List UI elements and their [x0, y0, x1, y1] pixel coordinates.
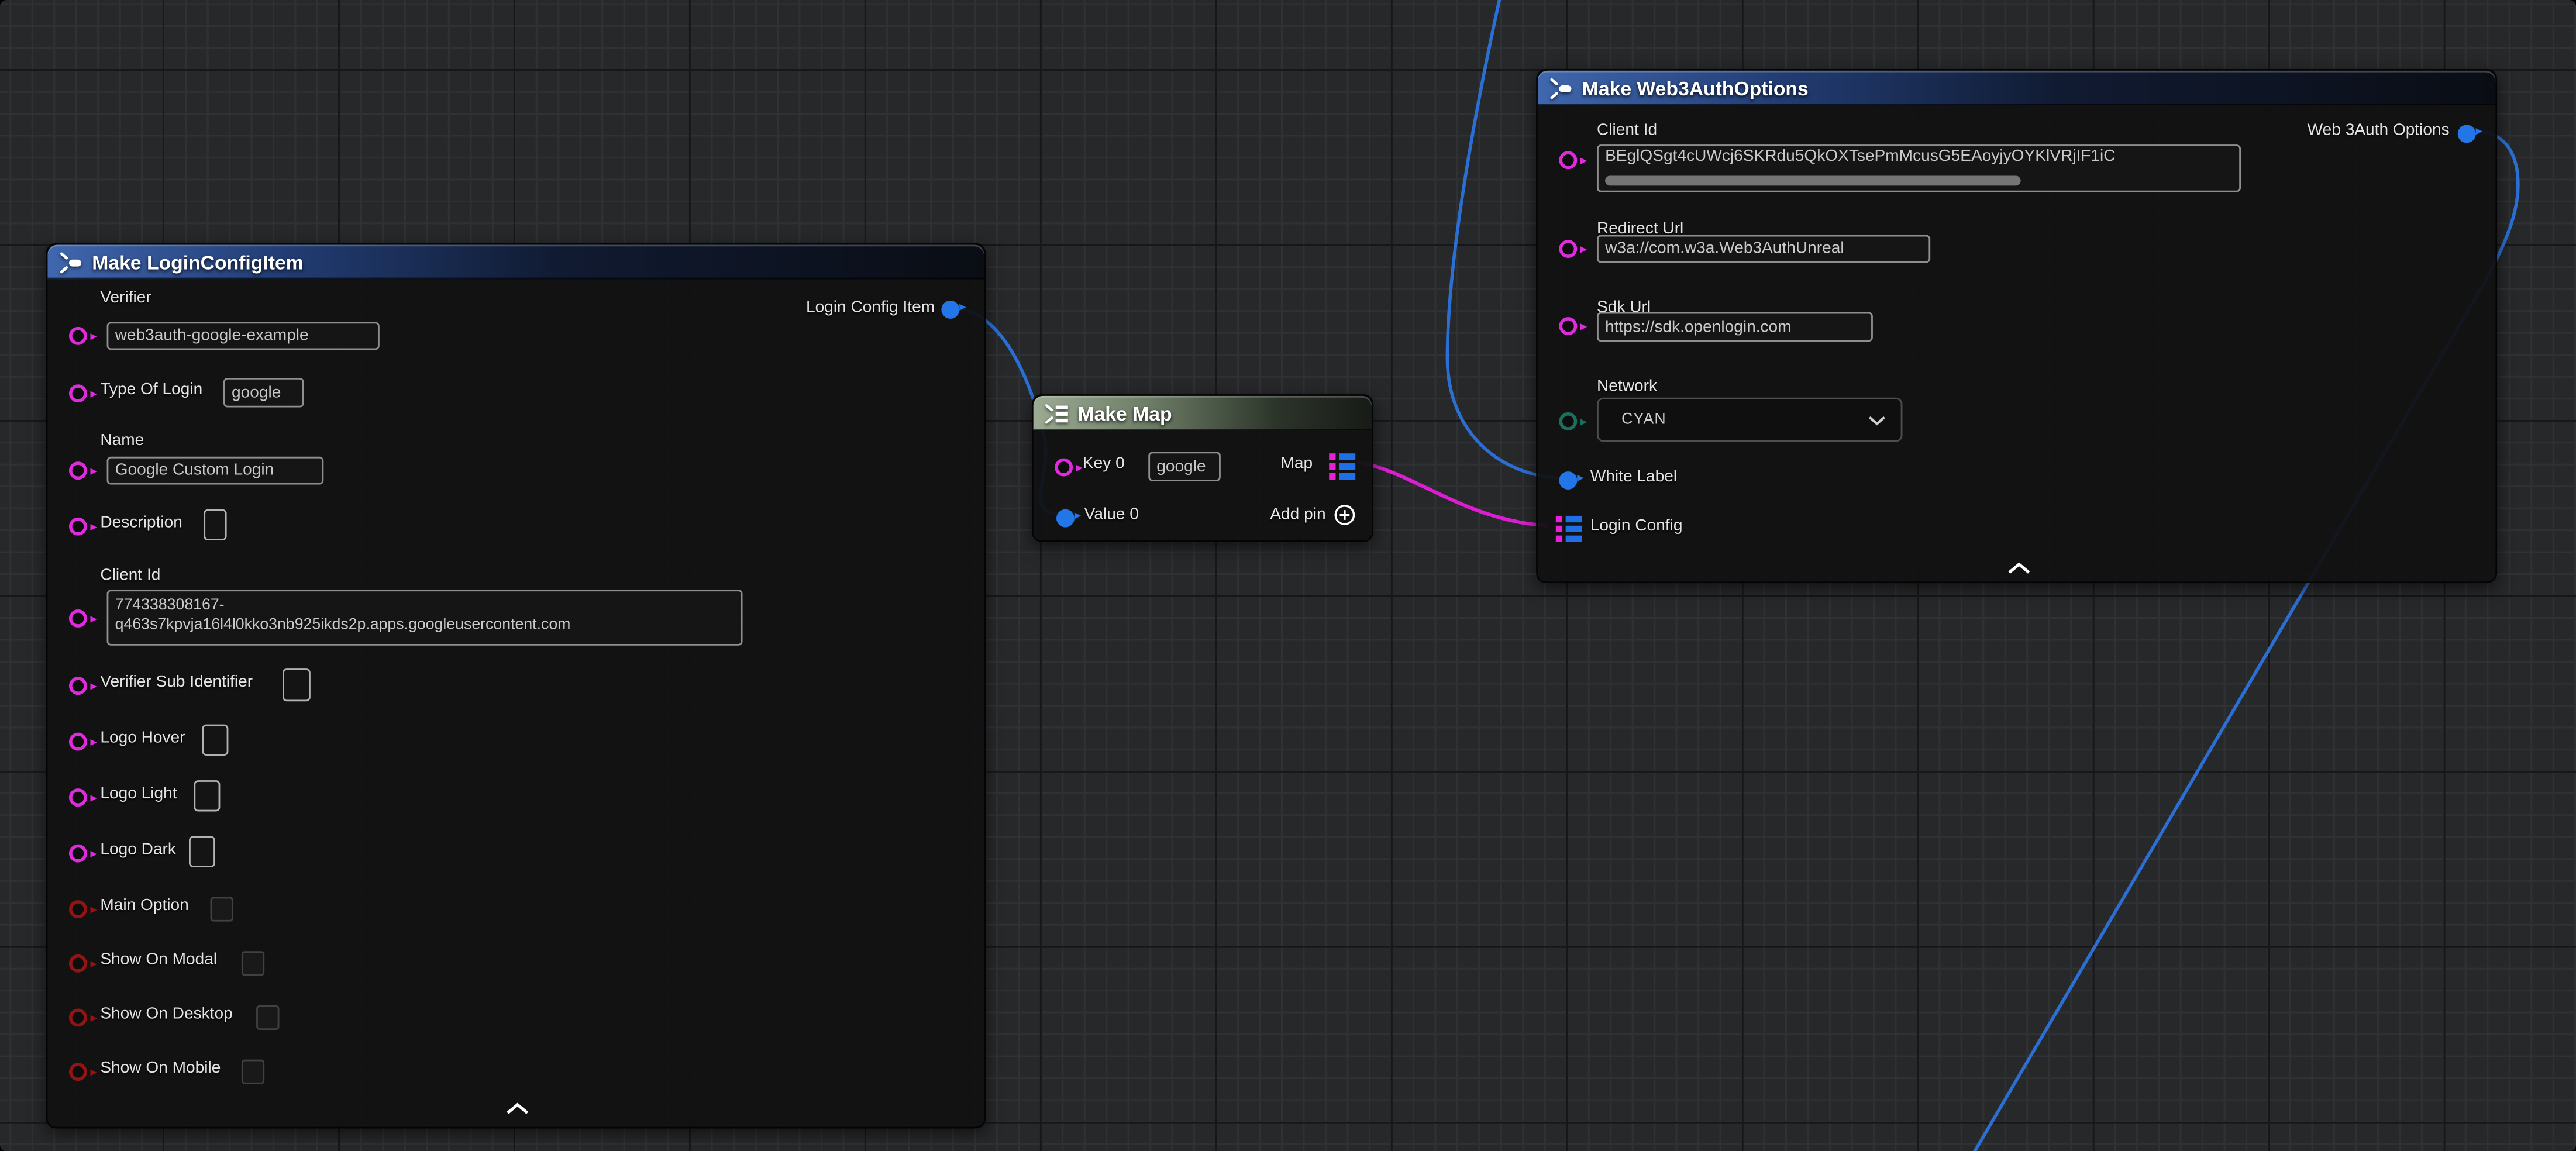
- logo-hover-field[interactable]: [202, 725, 228, 756]
- pin-label-login-config: Login Config: [1590, 518, 1683, 536]
- input-pin-redirect-url[interactable]: [1558, 239, 1576, 257]
- pin-label-key0: Key 0: [1083, 455, 1125, 473]
- node-header-make-loginconfigitem[interactable]: Make LoginConfigItem: [47, 244, 984, 279]
- pin-label-show-on-mobile: Show On Mobile: [100, 1060, 221, 1078]
- redirect-url-field[interactable]: w3a://com.w3a.Web3AuthUnreal: [1597, 235, 1930, 263]
- collapse-node-chevron-icon[interactable]: [2007, 562, 2030, 575]
- pin-label-logo-light: Logo Light: [100, 785, 177, 804]
- input-pin-verifier[interactable]: [68, 326, 87, 344]
- pin-label-show-on-desktop: Show On Desktop: [100, 1005, 232, 1024]
- output-pin-web3auth-options[interactable]: [2457, 124, 2475, 142]
- pin-label-map: Map: [1280, 455, 1313, 473]
- input-pin-value0[interactable]: [1056, 508, 1074, 526]
- key0-field[interactable]: google: [1148, 452, 1221, 481]
- client-id-field[interactable]: BEglQSgt4cUWcj6SKRdu5QkOXTsePmMcusG5EAoy…: [1597, 144, 2241, 192]
- chevron-down-icon: [1868, 415, 1886, 425]
- input-pin-show-on-modal[interactable]: [68, 953, 87, 971]
- pin-label-client-id: Client Id: [1597, 122, 1657, 140]
- input-pin-client-id[interactable]: [1558, 150, 1576, 168]
- node-title: Make LoginConfigItem: [92, 250, 303, 273]
- add-pin-label: Add pin: [1270, 506, 1325, 524]
- input-pin-network[interactable]: [1558, 412, 1576, 430]
- pin-label-login-config-item: Login Config Item: [806, 299, 935, 317]
- node-title: Make Web3AuthOptions: [1582, 77, 1809, 99]
- input-pin-description[interactable]: [68, 516, 87, 535]
- node-title: Make Map: [1077, 402, 1172, 425]
- add-pin-button[interactable]: Add pin: [1270, 504, 1355, 526]
- pin-label-description: Description: [100, 514, 182, 532]
- add-pin-plus-icon: [1334, 504, 1356, 526]
- pin-label-logo-dark: Logo Dark: [100, 841, 176, 859]
- node-header-make-web3authoptions[interactable]: Make Web3AuthOptions: [1538, 71, 2495, 105]
- make-map-icon: [1045, 402, 1069, 425]
- input-pin-verifier-sub-identifier[interactable]: [68, 676, 87, 694]
- network-selected-value: CYAN: [1621, 411, 1666, 429]
- client-id-field[interactable]: 774338308167- q463s7kpvja16l4l0kko3nb925…: [107, 590, 743, 645]
- show-on-mobile-checkbox[interactable]: [242, 1060, 264, 1084]
- pin-label-verifier-sub-identifier: Verifier Sub Identifier: [100, 674, 253, 692]
- pin-label-logo-hover: Logo Hover: [100, 729, 185, 747]
- pin-label-network: Network: [1597, 378, 1657, 396]
- input-pin-logo-light[interactable]: [68, 788, 87, 806]
- input-pin-show-on-mobile[interactable]: [68, 1062, 87, 1080]
- type-of-login-field[interactable]: google: [223, 378, 304, 408]
- node-header-make-map[interactable]: Make Map: [1034, 396, 1372, 430]
- pin-label-show-on-modal: Show On Modal: [100, 951, 217, 969]
- input-pin-logo-hover[interactable]: [68, 732, 87, 750]
- pin-label-client-id: Client Id: [100, 567, 160, 585]
- sdk-url-field[interactable]: https://sdk.openlogin.com: [1597, 312, 1873, 342]
- output-pin-login-config-item[interactable]: [941, 300, 959, 318]
- input-pin-main-option[interactable]: [68, 900, 87, 918]
- pin-label-verifier: Verifier: [100, 289, 151, 307]
- collapse-node-chevron-icon[interactable]: [506, 1102, 529, 1115]
- input-pin-white-label[interactable]: [1558, 471, 1576, 489]
- input-pin-logo-dark[interactable]: [68, 843, 87, 861]
- blueprint-graph-canvas[interactable]: Make LoginConfigItem Login Config Item V…: [0, 0, 2576, 1151]
- name-field[interactable]: Google Custom Login: [107, 457, 324, 485]
- node-make-web3authoptions[interactable]: Make Web3AuthOptions Web 3Auth Options C…: [1536, 69, 2497, 583]
- node-make-map[interactable]: Make Map Key 0 google Map Value 0 Add pi…: [1032, 394, 1373, 542]
- make-struct-icon: [59, 250, 84, 273]
- input-pin-sdk-url[interactable]: [1558, 316, 1576, 335]
- logo-dark-field[interactable]: [189, 836, 215, 867]
- wire-map-to-loginconfig: [1357, 461, 1548, 526]
- output-pin-map[interactable]: [1329, 453, 1355, 480]
- verifier-field[interactable]: web3auth-google-example: [107, 322, 380, 350]
- show-on-modal-checkbox[interactable]: [242, 951, 264, 976]
- show-on-desktop-checkbox[interactable]: [256, 1005, 279, 1030]
- node-make-loginconfigitem[interactable]: Make LoginConfigItem Login Config Item V…: [46, 243, 986, 1129]
- verifier-sub-identifier-field[interactable]: [283, 668, 311, 701]
- pin-label-name: Name: [100, 432, 144, 450]
- pin-label-main-option: Main Option: [100, 897, 188, 915]
- make-struct-icon: [1549, 77, 1574, 99]
- input-pin-name[interactable]: [68, 461, 87, 479]
- input-pin-type-of-login[interactable]: [68, 384, 87, 402]
- input-pin-login-config[interactable]: [1556, 516, 1582, 542]
- logo-light-field[interactable]: [194, 780, 220, 811]
- description-field[interactable]: [204, 509, 226, 540]
- input-pin-client-id[interactable]: [68, 609, 87, 627]
- input-pin-show-on-desktop[interactable]: [68, 1008, 87, 1026]
- client-id-scrollbar[interactable]: [1605, 176, 2021, 186]
- pin-label-value0: Value 0: [1084, 506, 1139, 524]
- pin-label-web3auth-options: Web 3Auth Options: [2308, 122, 2450, 140]
- main-option-checkbox[interactable]: [211, 897, 233, 922]
- pin-label-white-label: White Label: [1590, 468, 1677, 486]
- pin-label-type-of-login: Type Of Login: [100, 381, 202, 399]
- network-dropdown[interactable]: CYAN: [1597, 398, 1902, 442]
- input-pin-key0[interactable]: [1054, 457, 1072, 475]
